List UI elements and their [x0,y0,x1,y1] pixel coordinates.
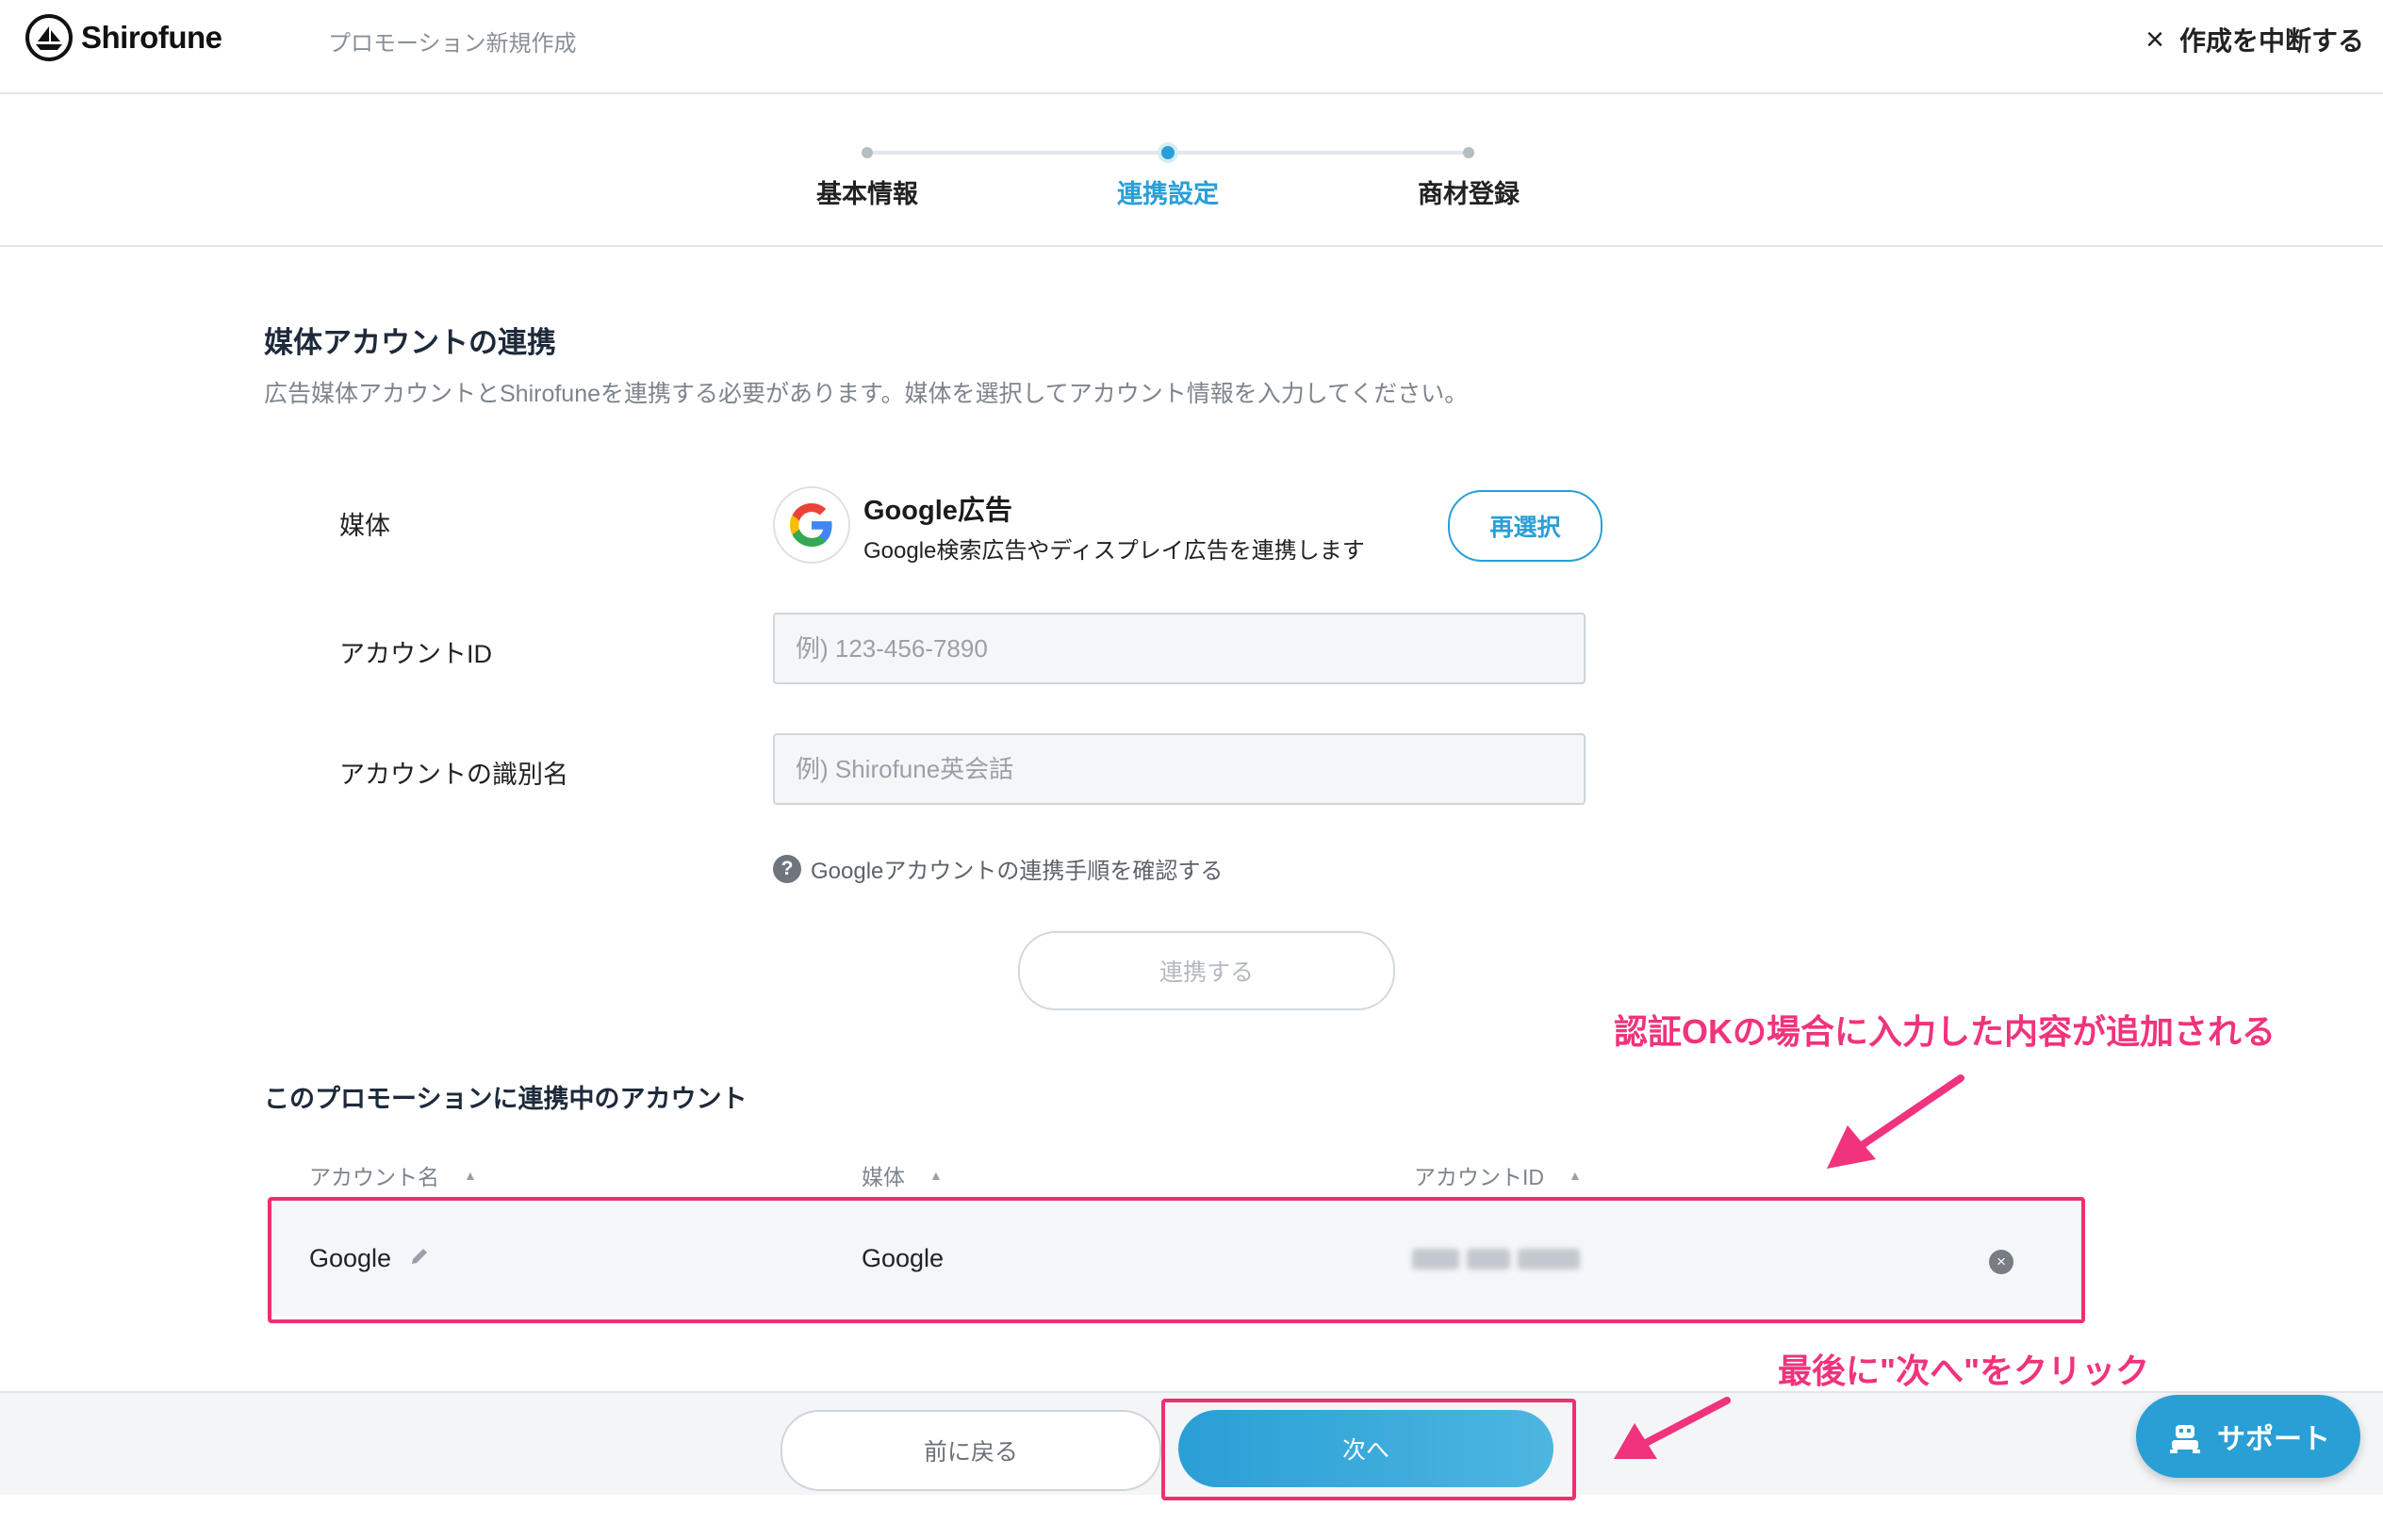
help-link[interactable]: ? Googleアカウントの連携手順を確認する [773,852,1223,885]
step-label-basic-info: 基本情報 [816,180,918,208]
link-account-button[interactable]: 連携する [1018,931,1395,1010]
account-name-input[interactable] [773,733,1586,805]
support-button[interactable]: サポート [2136,1395,2360,1478]
brand-logo[interactable]: Shirofune [25,13,222,62]
brand-name: Shirofune [81,20,222,55]
row-highlight-box [268,1197,2085,1323]
step-label-link-settings: 連携設定 [1117,180,1219,208]
column-header-label: 媒体 [862,1165,905,1189]
progress-stepper [0,94,2383,247]
step-dot-product-registration [1463,147,1474,158]
next-highlight-box [1161,1399,1576,1500]
column-header-label: アカウントID [1414,1165,1544,1189]
linked-accounts-title: このプロモーションに連携中のアカウント [264,1085,748,1113]
google-logo [773,486,850,564]
close-icon: × [2145,22,2164,57]
shirofune-logo-icon [25,14,73,61]
support-label: サポート [2217,1424,2330,1455]
media-name: Google広告 [863,496,1012,526]
column-header-account-id[interactable]: アカウントID ▲ [1414,1159,1582,1191]
column-header-media[interactable]: 媒体 ▲ [862,1159,943,1191]
google-icon [790,503,832,547]
annotation-arrow-icon [1827,1074,1964,1169]
page-title: プロモーション新規作成 [328,31,577,57]
media-label: 媒体 [339,512,390,540]
annotation-next-note: 最後に"次へ"をクリック [1778,1352,2150,1390]
annotation-arrow-icon [1614,1397,1731,1459]
sort-up-icon: ▲ [929,1168,943,1183]
media-description: Google検索広告やディスプレイ広告を連携します [863,538,1365,564]
sort-up-icon: ▲ [1569,1168,1582,1183]
step-dot-basic-info [862,147,873,158]
account-id-input[interactable] [773,613,1586,684]
robot-icon [2170,1425,2200,1453]
column-header-label: アカウント名 [309,1165,439,1189]
help-link-text: Googleアカウントの連携手順を確認する [811,859,1224,884]
section-description: 広告媒体アカウントとShirofuneを連携する必要があります。媒体を選択してア… [264,381,1469,407]
step-label-product-registration: 商材登録 [1418,180,1520,208]
column-header-account-name[interactable]: アカウント名 ▲ [309,1159,477,1191]
abort-button[interactable]: × 作成を中断する [2145,21,2364,58]
step-dot-link-settings [1161,146,1175,159]
section-title: 媒体アカウントの連携 [264,326,556,359]
sort-up-icon: ▲ [464,1168,477,1183]
question-icon: ? [773,854,801,883]
annotation-added-note: 認証OKの場合に入力した内容が追加される [1614,1012,2276,1051]
account-name-label: アカウントの識別名 [339,761,568,789]
abort-label: 作成を中断する [2178,26,2364,56]
account-id-label: アカウントID [339,640,492,668]
back-button[interactable]: 前に戻る [781,1410,1161,1491]
reselect-button[interactable]: 再選択 [1448,490,1602,562]
